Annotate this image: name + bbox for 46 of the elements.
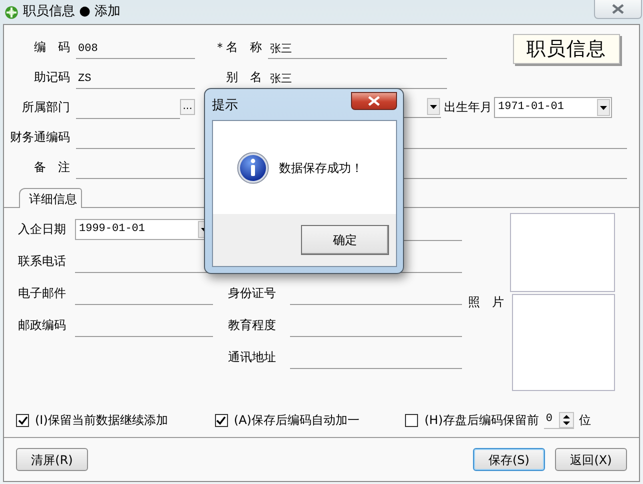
field-label: 助记码 — [33, 69, 70, 86]
field-label: 别 名 — [225, 69, 262, 86]
field-label: 通讯地址 — [228, 349, 277, 366]
field-label: 备 注 — [33, 159, 70, 176]
checkbox[interactable] — [16, 414, 29, 426]
dialog-message: 数据保存成功！ — [279, 160, 363, 176]
photo-label: 照 片 — [468, 294, 504, 311]
text-field[interactable]: 008 — [76, 39, 195, 59]
option-label[interactable]: (H)存盘后编码保留前 — [424, 411, 539, 429]
spin-arrows-icon[interactable] — [558, 412, 574, 428]
checkbox[interactable] — [214, 414, 228, 426]
field-label: 入企日期 — [18, 221, 67, 238]
unit-label: 位 — [578, 412, 591, 429]
field-label: 财务通编码 — [9, 129, 70, 146]
action-button[interactable]: 保存(S) — [473, 448, 545, 471]
field-label: 教育程度 — [228, 317, 277, 334]
window-title: 职员信息 ● 添加 — [23, 3, 121, 22]
info-icon — [237, 152, 269, 184]
browse-button[interactable]: ... — [180, 99, 195, 115]
field-label: 编 码 — [33, 39, 70, 56]
action-button[interactable]: 返回(X) — [555, 448, 627, 471]
action-button[interactable]: 清屏(R) — [16, 448, 88, 471]
spin-field[interactable]: 0 — [544, 412, 574, 428]
caret-icon[interactable] — [427, 98, 440, 115]
field-label: 出生年月 — [444, 99, 491, 116]
checkbox[interactable] — [405, 414, 418, 426]
close-button[interactable] — [594, 0, 642, 19]
text-field[interactable]: ZS — [76, 69, 195, 89]
field-label: 电子邮件 — [18, 285, 67, 302]
dialog-title: 提示 — [212, 97, 238, 115]
field-label: 邮政编码 — [18, 317, 67, 334]
field-label: 身份证号 — [228, 285, 277, 302]
field-label: 联系电话 — [18, 253, 67, 270]
text-field[interactable]: 张三 — [268, 39, 447, 59]
ok-button[interactable]: 确定 — [301, 225, 389, 255]
caret-icon[interactable] — [597, 98, 610, 116]
close-icon[interactable] — [611, 4, 625, 14]
field-label: ＊名 称 — [213, 39, 262, 56]
tab[interactable]: 详细信息 — [19, 188, 82, 208]
option-label[interactable]: (A)保存后编码自动加一 — [234, 411, 360, 429]
dropdown-field[interactable]: 1971-01-01 — [494, 96, 612, 118]
option-label[interactable]: (I)保留当前数据继续添加 — [35, 411, 168, 429]
field-label: 所属部门 — [21, 99, 70, 116]
close-button[interactable] — [351, 92, 397, 110]
app-icon — [5, 6, 18, 18]
logo-label: 职员信息 — [513, 34, 620, 64]
